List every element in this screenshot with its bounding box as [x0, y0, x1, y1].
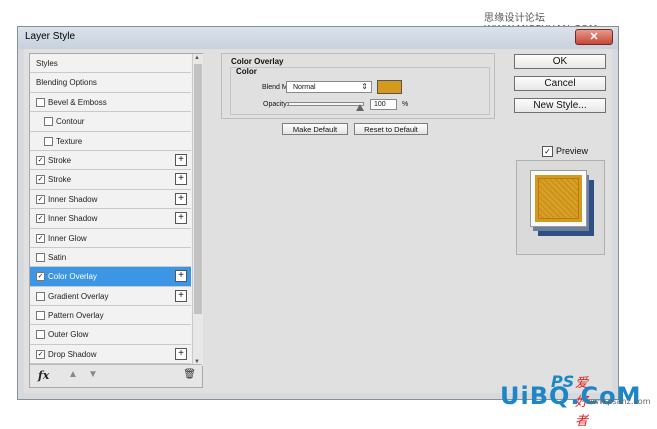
opacity-label: Opacity: — [263, 101, 289, 108]
style-checkbox[interactable]: ✓ — [36, 272, 45, 282]
style-row[interactable]: Texture — [30, 131, 191, 151]
style-row[interactable]: Outer Glow — [30, 325, 191, 345]
style-checkbox[interactable] — [44, 136, 53, 146]
move-up-icon[interactable]: ▲ — [68, 369, 78, 380]
styles-panel: Styles Blending Options Bevel & Emboss Cont… — [29, 53, 203, 388]
style-checkbox[interactable] — [36, 252, 45, 262]
opacity-slider-handle[interactable] — [356, 104, 364, 111]
preview-label: Preview — [556, 146, 589, 156]
style-label: Inner Glow — [48, 233, 87, 243]
style-row[interactable]: Bevel & Emboss — [30, 92, 191, 113]
styles-list: Styles Blending Options Bevel & Emboss Cont… — [30, 54, 191, 366]
add-instance-icon[interactable]: + — [175, 347, 187, 360]
reset-to-default-button[interactable]: Reset to Default — [354, 123, 428, 135]
close-button[interactable]: ✕ — [575, 29, 613, 45]
ok-button[interactable]: OK — [514, 54, 606, 69]
style-checkbox[interactable]: ✓ — [36, 155, 45, 165]
style-row[interactable]: ✓ Stroke + — [30, 150, 191, 171]
style-checkbox[interactable]: ✓ — [36, 214, 45, 224]
style-row[interactable]: Contour — [30, 112, 191, 132]
style-checkbox[interactable] — [44, 117, 53, 127]
trash-icon[interactable]: 🗑 — [183, 369, 196, 380]
opacity-slider-track[interactable] — [288, 102, 364, 106]
layer-style-dialog: Layer Style ✕ Styles Blending Options Beve… — [17, 26, 619, 400]
styles-bottom-bar: fx ▲ ▼ 🗑 — [30, 364, 202, 387]
new-style-button[interactable]: New Style... — [514, 98, 606, 113]
style-row[interactable]: Gradient Overlay + — [30, 286, 191, 307]
color-subgroup-title: Color — [236, 67, 257, 76]
style-row[interactable]: ✓ Stroke + — [30, 170, 191, 190]
style-row[interactable]: Styles — [30, 54, 191, 74]
style-label: Color Overlay — [48, 272, 97, 282]
opacity-unit: % — [402, 101, 409, 108]
style-checkbox[interactable] — [36, 311, 45, 321]
preview-checkbox[interactable]: ✓ — [542, 146, 553, 157]
cancel-button[interactable]: Cancel — [514, 76, 606, 91]
style-label: Inner Shadow — [48, 214, 98, 224]
blend-mode-value: Normal — [293, 83, 316, 91]
style-preview — [516, 160, 605, 255]
style-row[interactable]: Pattern Overlay — [30, 306, 191, 326]
add-instance-icon[interactable]: + — [175, 212, 187, 225]
fx-icon[interactable]: fx — [38, 369, 49, 382]
style-checkbox[interactable]: ✓ — [36, 349, 45, 359]
style-label: Pattern Overlay — [48, 311, 104, 321]
style-row[interactable]: Satin — [30, 247, 191, 268]
add-instance-icon[interactable]: + — [175, 289, 187, 302]
move-down-icon[interactable]: ▼ — [88, 369, 98, 380]
style-row[interactable]: ✓ Color Overlay + — [30, 267, 191, 287]
overlay-color-swatch[interactable] — [377, 80, 402, 94]
style-label: Gradient Overlay — [48, 291, 109, 301]
style-label: Styles — [36, 59, 58, 68]
color-overlay-group: Color Overlay Color Blend Mode: Normal ⇕… — [221, 53, 495, 119]
close-icon: ✕ — [589, 31, 599, 43]
add-instance-icon[interactable]: + — [175, 270, 187, 283]
add-instance-icon[interactable]: + — [175, 153, 187, 166]
style-checkbox[interactable] — [36, 330, 45, 340]
style-checkbox[interactable] — [36, 291, 45, 301]
style-checkbox[interactable]: ✓ — [36, 233, 45, 243]
opacity-input[interactable]: 100 — [370, 99, 397, 110]
preview-swatch — [531, 171, 586, 226]
style-row[interactable]: Blending Options — [30, 73, 191, 93]
style-checkbox[interactable]: ✓ — [36, 175, 45, 185]
style-row[interactable]: ✓ Inner Shadow + — [30, 189, 191, 210]
style-label: Contour — [56, 117, 85, 127]
dialog-body: Styles Blending Options Bevel & Emboss Cont… — [24, 49, 612, 393]
title-bar[interactable]: Layer Style ✕ — [18, 27, 618, 49]
add-instance-icon[interactable]: + — [175, 173, 187, 186]
dialog-title: Layer Style — [25, 31, 76, 42]
preview-texture — [538, 178, 579, 219]
add-instance-icon[interactable]: + — [175, 192, 187, 205]
style-label: Drop Shadow — [48, 349, 97, 359]
updown-arrow-icon: ⇕ — [361, 82, 368, 91]
style-label: Satin — [48, 252, 67, 262]
style-label: Inner Shadow — [48, 194, 98, 204]
scroll-up-icon[interactable]: ▲ — [194, 55, 200, 61]
style-label: Stroke — [48, 175, 72, 185]
style-label: Stroke — [48, 155, 72, 165]
scroll-thumb[interactable] — [194, 64, 202, 314]
make-default-button[interactable]: Make Default — [282, 123, 348, 135]
style-checkbox[interactable] — [36, 97, 45, 107]
style-row[interactable]: ✓Drop Shadow + — [30, 344, 191, 365]
styles-scrollbar[interactable]: ▲ ▼ — [192, 54, 203, 366]
style-label: Outer Glow — [48, 330, 89, 340]
style-label: Bevel & Emboss — [48, 97, 107, 107]
group-title: Color Overlay — [231, 57, 284, 66]
style-row[interactable]: ✓ Inner Shadow + — [30, 209, 191, 229]
style-label: Blending Options — [36, 78, 97, 88]
blend-mode-select[interactable]: Normal ⇕ — [286, 81, 372, 93]
style-checkbox[interactable]: ✓ — [36, 194, 45, 204]
style-label: Texture — [56, 136, 83, 146]
logo-sub: www.psahz.com — [586, 397, 651, 406]
style-row[interactable]: ✓ Inner Glow — [30, 228, 191, 248]
